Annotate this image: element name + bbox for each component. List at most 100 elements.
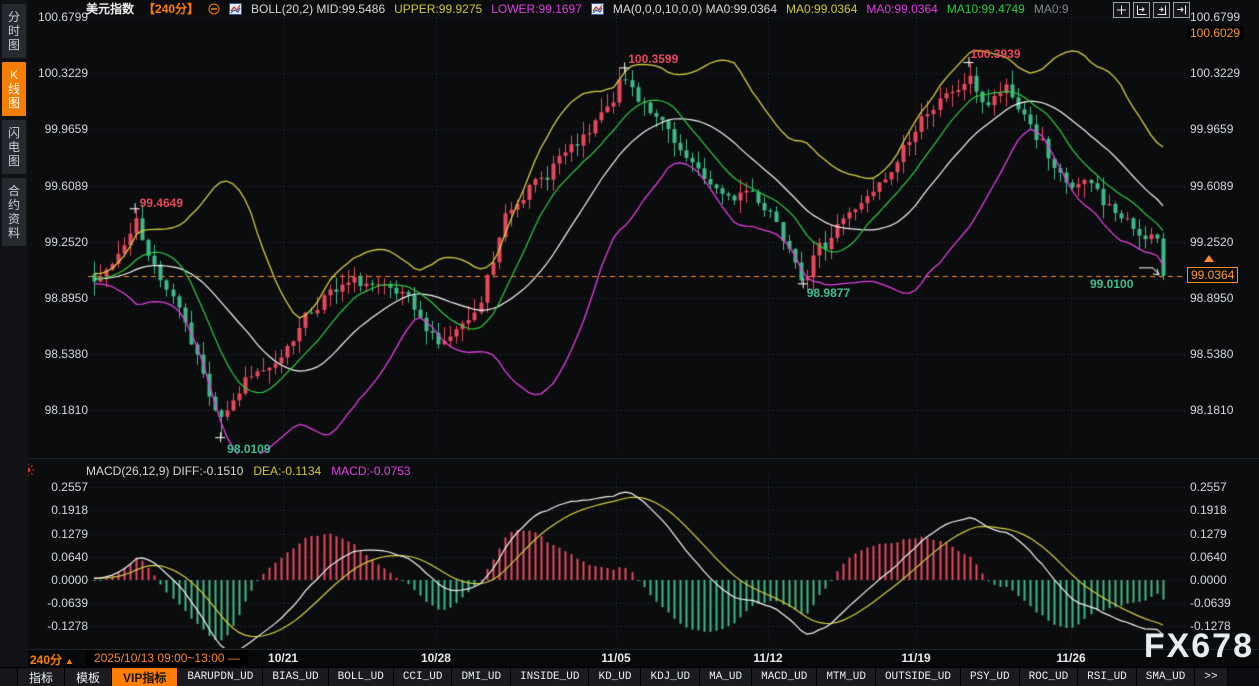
header-value: 【240分】: [143, 0, 199, 17]
tab-ma-ud[interactable]: MA_UD: [700, 668, 752, 686]
sidebar-item-contract-info[interactable]: 合约资料: [2, 178, 26, 246]
x-axis-date: 11/05: [601, 651, 630, 665]
scale-y-right-icon[interactable]: [1153, 2, 1170, 18]
header-value: MA10:99.4749: [947, 2, 1025, 16]
tab-macd-ud[interactable]: MACD_UD: [752, 668, 817, 686]
price-axis-label: 99.6089: [1190, 179, 1233, 193]
sidebar-item-flash-chart[interactable]: 闪电图: [2, 120, 26, 174]
header-value: MA0:99.0364: [866, 2, 937, 16]
price-axis-label: 99.9659: [32, 122, 88, 136]
price-chart-canvas[interactable]: [28, 0, 1259, 650]
price-axis-label: 100.6799: [32, 10, 88, 24]
goto-latest-icon[interactable]: [1173, 2, 1190, 18]
macd-axis-label: 0.0640: [32, 550, 88, 564]
tab-indicators[interactable]: 指标: [18, 668, 65, 686]
indicator-chart-icon[interactable]: [591, 3, 604, 15]
price-axis-label: 98.1810: [1190, 403, 1233, 417]
macd-header-value: MACD(26,12,9) DIFF:-0.1510: [86, 464, 243, 478]
tab-more[interactable]: >>: [1195, 668, 1227, 686]
chart-annotation: 100.3599: [628, 52, 678, 66]
chart-annotation: 99.0100: [1090, 277, 1133, 291]
session-high-badge: 100.6029: [1187, 26, 1243, 40]
last-price-badge: 99.0364: [1187, 267, 1238, 283]
tab-outside-ud[interactable]: OUTSIDE_UD: [876, 668, 961, 686]
bottom-toolbar: 指标模板VIP指标BARUPDN_UDBIAS_UDBOLL_UDCCI_UDD…: [0, 667, 1259, 686]
chart-annotation: 98.9877: [807, 286, 850, 300]
header-value: MA0:99.0364: [786, 2, 857, 16]
session-range: 2025/10/13 09:00~13:00 —: [86, 650, 248, 666]
tab-templates[interactable]: 模板: [65, 668, 112, 686]
sidebar-item-kline-chart[interactable]: K线图: [2, 62, 26, 116]
header-value: BOLL(20,2) MID:99.5486: [251, 2, 385, 16]
macd-axis-label: 0.0000: [1190, 573, 1227, 587]
x-axis-date: 10/28: [421, 651, 451, 665]
macd-header-value: DEA:-0.1134: [253, 464, 321, 478]
price-axis-label: 99.2520: [32, 235, 88, 249]
tab-mtm-ud[interactable]: MTM_UD: [817, 668, 876, 686]
collapse-icon[interactable]: [208, 3, 220, 15]
x-axis-date: 11/19: [901, 651, 930, 665]
header-value: LOWER:99.1697: [491, 2, 582, 16]
pan-icon[interactable]: [1113, 2, 1130, 18]
toolbar-corner: [0, 668, 18, 686]
macd-axis-label: -0.0639: [1190, 596, 1231, 610]
tab-boll-ud[interactable]: BOLL_UD: [329, 668, 394, 686]
chart-annotation: 99.4649: [140, 196, 183, 210]
chart-header: 美元指数【240分】BOLL(20,2) MID:99.5486UPPER:99…: [86, 1, 1069, 16]
tab-barupdn-ud[interactable]: BARUPDN_UD: [178, 668, 263, 686]
tab-sma-ud[interactable]: SMA_UD: [1137, 668, 1196, 686]
tab-dmi-ud[interactable]: DMI_UD: [452, 668, 511, 686]
tab-rsi-ud[interactable]: RSI_UD: [1078, 668, 1137, 686]
header-value: 美元指数: [86, 0, 134, 17]
price-axis-label: 98.5380: [32, 347, 88, 361]
header-value: MA(0,0,0,10,0,0) MA0:99.0364: [613, 2, 777, 16]
x-axis-date: 10/21: [268, 651, 298, 665]
tab-kd-ud[interactable]: KD_UD: [589, 668, 641, 686]
price-axis-label: 99.6089: [32, 179, 88, 193]
price-up-arrow-icon: [1204, 255, 1214, 262]
left-sidebar: 分时图 K线图闪电图合约资料: [0, 0, 28, 685]
price-axis-label: 98.8950: [32, 291, 88, 305]
price-axis-label: 100.3229: [1190, 66, 1240, 80]
price-axis-label: 98.1810: [32, 403, 88, 417]
indicator-chart-icon[interactable]: [229, 3, 242, 15]
tab-cci-ud[interactable]: CCI_UD: [394, 668, 453, 686]
macd-axis-label: 0.1279: [1190, 527, 1227, 541]
dropdown-arrow-icon: ▲: [65, 656, 74, 666]
tab-vip-indicators[interactable]: VIP指标: [112, 668, 178, 686]
timeframe-selector[interactable]: 240分▲: [30, 651, 74, 668]
macd-axis-label: 0.1918: [32, 503, 88, 517]
macd-axis-label: 0.2557: [1190, 480, 1227, 494]
macd-header: MACD(26,12,9) DIFF:-0.1510 DEA:-0.1134 MAC…: [86, 464, 411, 478]
macd-axis-label: -0.0639: [32, 596, 88, 610]
tab-inside-ud[interactable]: INSIDE_UD: [511, 668, 589, 686]
panel-divider: [28, 458, 1259, 459]
time-axis: 240分▲ 2025/10/13 09:00~13:00 — 10/21 10/2…: [28, 649, 1259, 667]
sidebar-item-time-share-chart[interactable]: 分时图: [2, 4, 26, 58]
price-axis-label: 98.5380: [1190, 347, 1233, 361]
price-axis-label: 98.8950: [1190, 291, 1233, 305]
chart-tools: [1113, 2, 1190, 18]
macd-axis-label: 0.0640: [1190, 550, 1227, 564]
x-axis-date: 11/26: [1056, 651, 1085, 665]
chart-region: 美元指数【240分】BOLL(20,2) MID:99.5486UPPER:99…: [28, 0, 1259, 685]
tab-kdj-ud[interactable]: KDJ_UD: [641, 668, 700, 686]
tab-roc-ud[interactable]: ROC_UD: [1020, 668, 1079, 686]
chart-annotation: 98.0109: [227, 442, 270, 456]
macd-axis-label: 0.0000: [32, 573, 88, 587]
price-axis-label: 99.9659: [1190, 122, 1233, 136]
timeframe-label: 240分: [30, 653, 62, 667]
scale-y-left-icon[interactable]: [1133, 2, 1150, 18]
macd-axis-label: 0.2557: [32, 480, 88, 494]
price-axis-label: 100.3229: [32, 66, 88, 80]
tab-psy-ud[interactable]: PSY_UD: [961, 668, 1020, 686]
tab-bias-ud[interactable]: BIAS_UD: [263, 668, 328, 686]
macd-header-value: MACD:-0.0753: [331, 464, 410, 478]
price-axis-label: 100.6799: [1190, 10, 1240, 24]
chart-annotation: 100.3939: [970, 47, 1020, 61]
macd-axis-label: 0.1279: [32, 527, 88, 541]
header-value: MA0:9: [1034, 2, 1069, 16]
macd-axis-label: -0.1278: [32, 619, 88, 633]
watermark: FX678: [1144, 627, 1254, 666]
price-axis-label: 99.2520: [1190, 235, 1233, 249]
